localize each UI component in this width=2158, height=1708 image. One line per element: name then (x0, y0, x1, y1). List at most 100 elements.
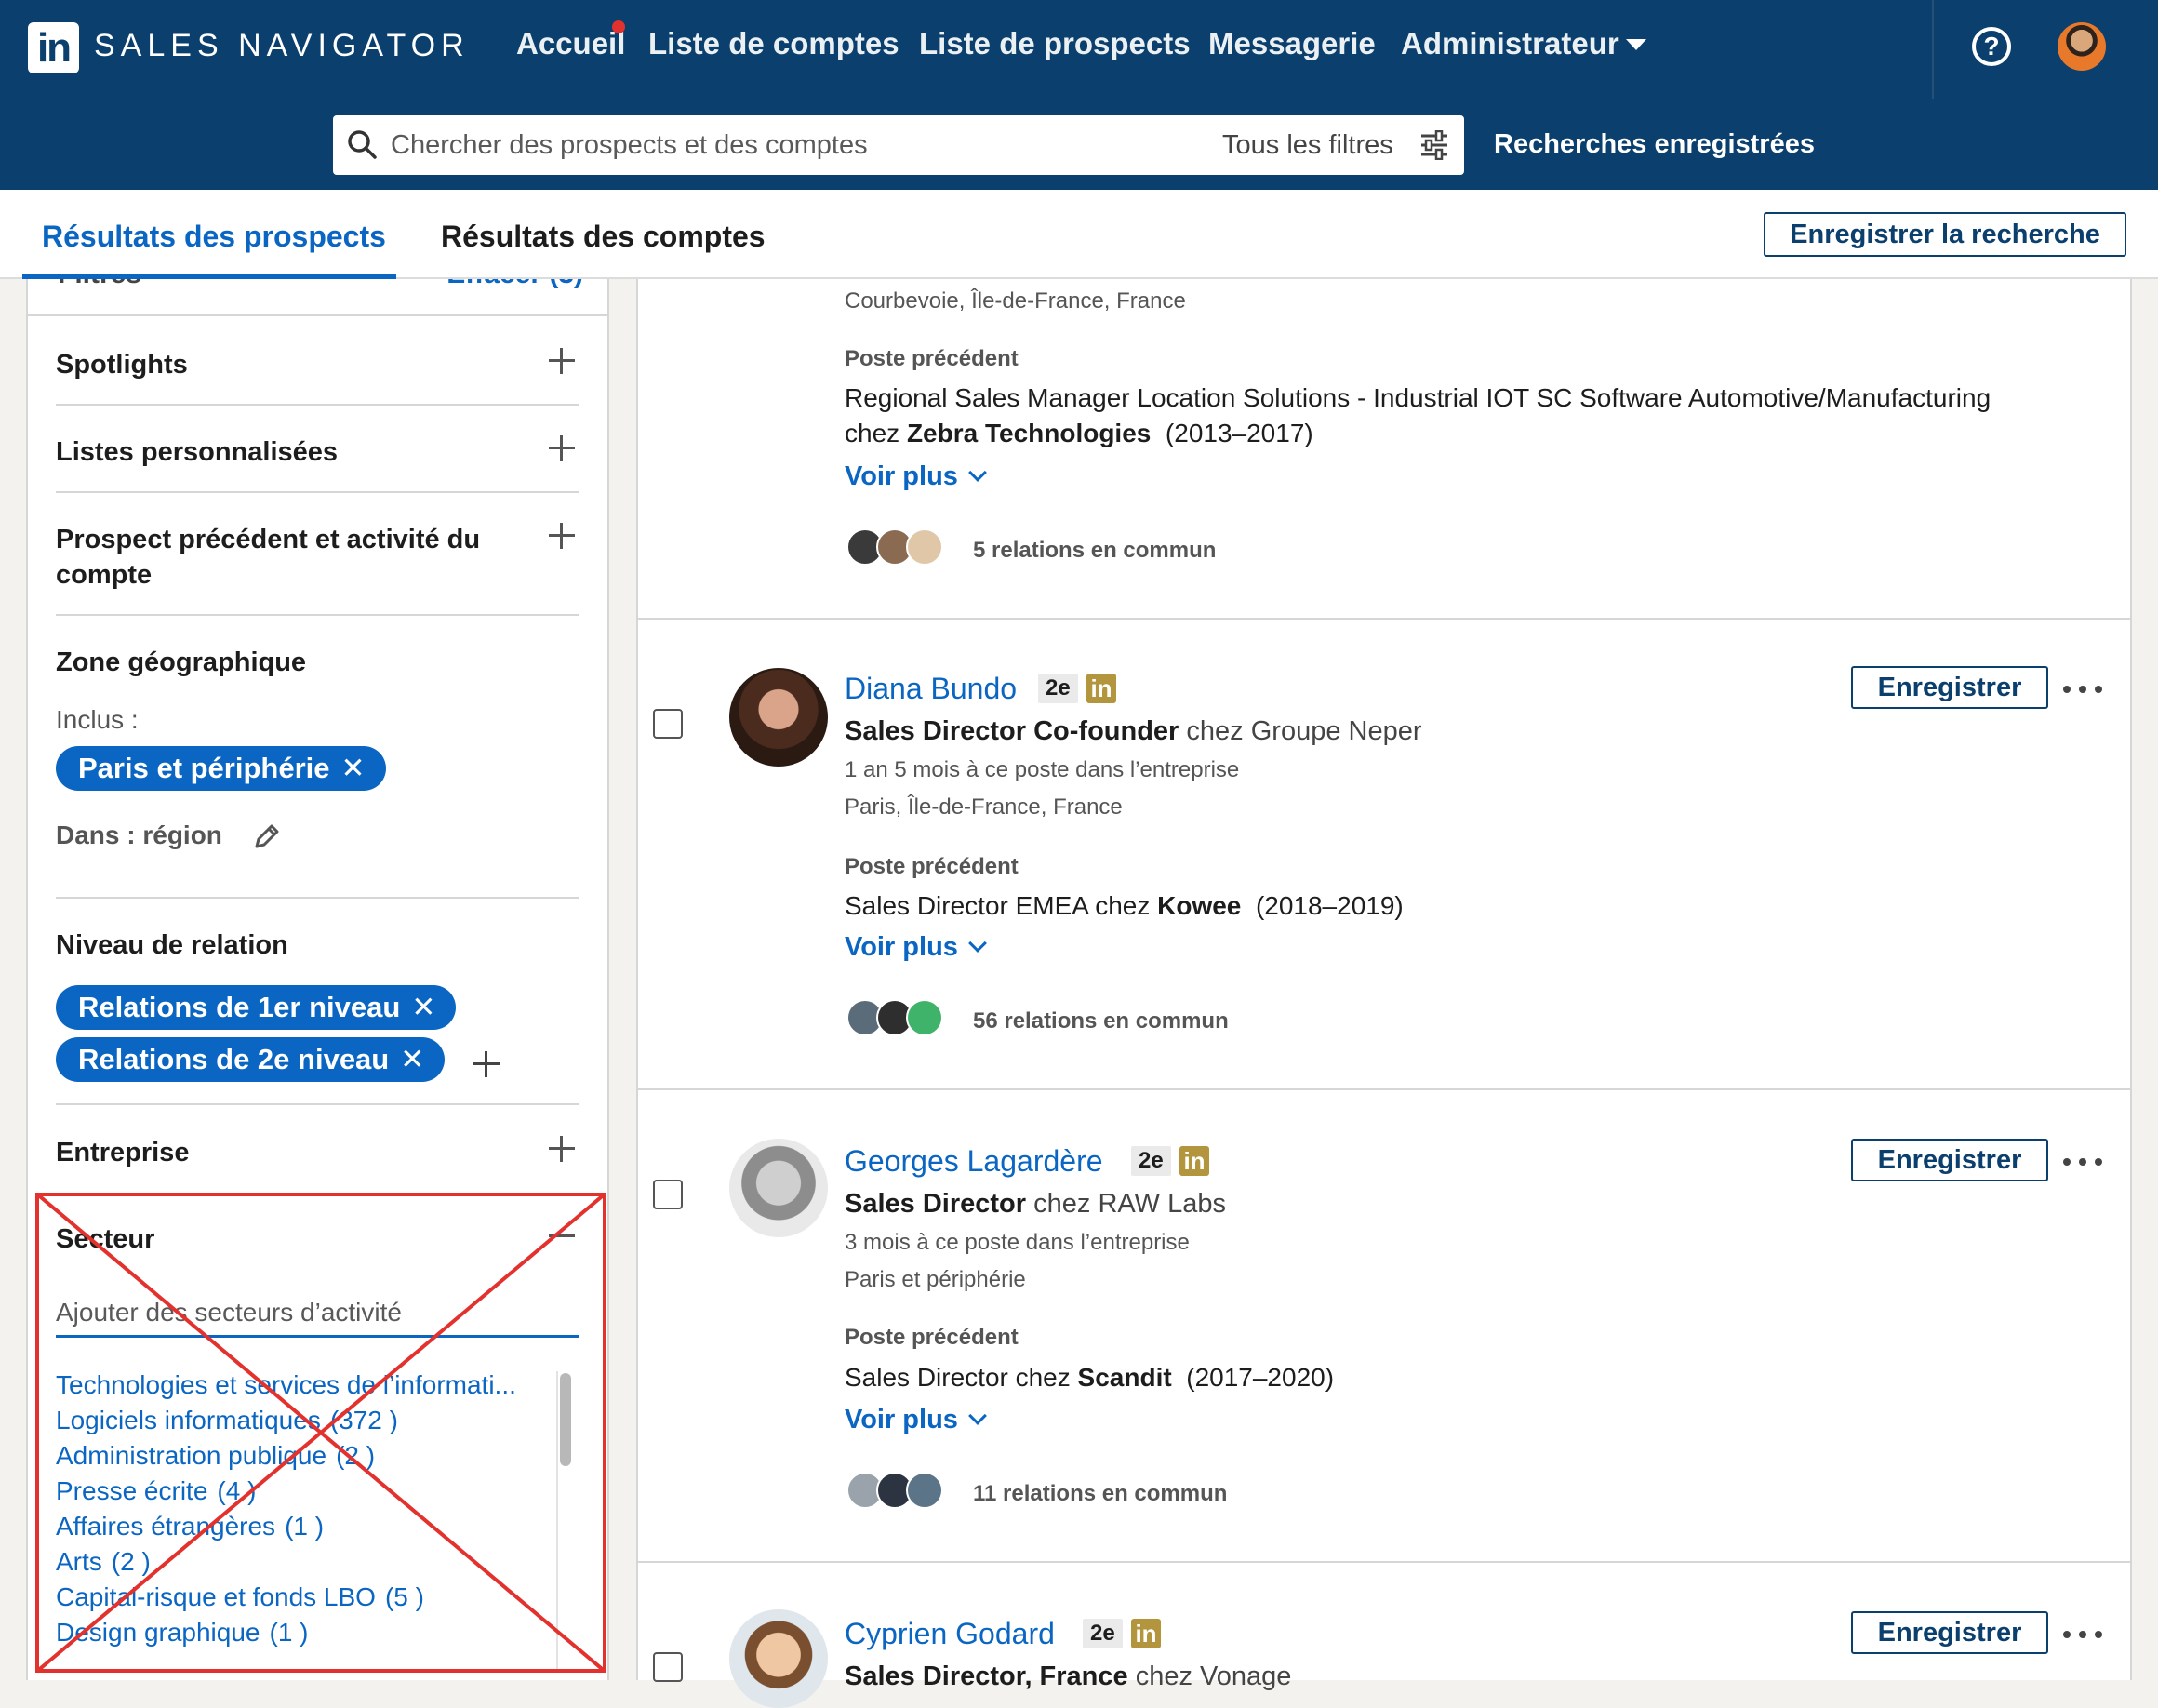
shared-connections[interactable]: 56 relations en commun (973, 1008, 1229, 1034)
pencil-icon[interactable] (251, 821, 283, 852)
nav-admin[interactable]: Administrateur (1401, 26, 1619, 61)
sector-option[interactable]: Logiciels informatiques (372 ) (56, 1403, 549, 1438)
filters-header-label: Filtres (58, 279, 141, 290)
save-lead-button[interactable]: Enregistrer (1851, 666, 2048, 709)
nav-home[interactable]: Accueil (516, 26, 625, 61)
nav-lead-lists[interactable]: Liste de prospects (919, 26, 1191, 61)
lead-tenure: 1 an 5 mois à ce poste dans l’entreprise (845, 757, 1240, 782)
more-options-icon[interactable] (2063, 686, 2104, 697)
previous-position-text: Sales Director chez Scandit (2017–2020) (845, 1363, 1335, 1392)
sector-option[interactable]: Capital-risque et fonds LBO (5 ) (56, 1580, 549, 1615)
close-icon[interactable]: ✕ (400, 1043, 424, 1075)
sector-scrollbar-thumb[interactable] (560, 1373, 571, 1466)
geo-scope-label: Dans : région (56, 821, 222, 849)
plus-icon[interactable] (473, 1051, 500, 1077)
previous-position-company: chez Zebra Technologies (2013–2017) (845, 419, 1313, 447)
geo-filter-pill[interactable]: Paris et périphérie ✕ (56, 746, 386, 791)
plus-icon[interactable] (549, 1136, 575, 1162)
divider (56, 404, 579, 406)
lead-tenure: 3 mois à ce poste dans l’entreprise (845, 1230, 1190, 1255)
minus-icon[interactable] (549, 1234, 575, 1237)
help-icon[interactable]: ? (1972, 27, 2011, 66)
avatar[interactable] (729, 1139, 828, 1237)
pill-label: Paris et périphérie (78, 752, 330, 784)
chevron-down-icon (968, 934, 987, 953)
avatar (906, 1472, 943, 1509)
avatar (906, 528, 943, 566)
close-icon[interactable]: ✕ (341, 752, 366, 784)
degree-badge: 2e (1083, 1619, 1123, 1648)
plus-icon[interactable] (549, 435, 575, 461)
filter-relationship-title: Niveau de relation (56, 930, 288, 960)
save-lead-button[interactable]: Enregistrer (1851, 1611, 2048, 1654)
lead-location: Paris et périphérie (845, 1267, 1026, 1292)
sector-option[interactable]: Design graphique (1 ) (56, 1615, 549, 1650)
linkedin-logo-icon[interactable]: in (28, 22, 79, 73)
sector-option[interactable]: Administration publique (2 ) (56, 1438, 549, 1474)
previous-position-label: Poste précédent (845, 346, 1019, 371)
filter-past-lead-activity[interactable]: Prospect précédent et activité du compte (56, 522, 521, 593)
chevron-down-icon[interactable] (1626, 39, 1646, 50)
tab-account-results[interactable]: Résultats des comptes (441, 220, 766, 254)
filter-custom-lists[interactable]: Listes personnalisées (56, 434, 338, 470)
linkedin-premium-icon: in (1086, 674, 1116, 703)
see-more-link[interactable]: Voir plus (845, 932, 987, 963)
select-lead-checkbox[interactable] (653, 709, 683, 739)
avatar[interactable] (729, 668, 828, 767)
more-options-icon[interactable] (2063, 1631, 2104, 1642)
lead-title: Sales Director Co-founder chez Groupe Ne… (845, 716, 1422, 746)
chevron-down-icon (968, 463, 987, 482)
sector-option[interactable]: Arts (2 ) (56, 1544, 549, 1580)
more-options-icon[interactable] (2063, 1158, 2104, 1169)
notification-dot (612, 20, 625, 33)
lead-location: Paris, Île-de-France, France (845, 794, 1123, 820)
select-lead-checkbox[interactable] (653, 1652, 683, 1682)
search-input[interactable] (391, 119, 1135, 171)
relation-1st-pill[interactable]: Relations de 1er niveau ✕ (56, 985, 457, 1030)
avatar[interactable] (729, 1609, 828, 1708)
divider (636, 1561, 2132, 1563)
degree-badge: 2e (1131, 1146, 1171, 1176)
shared-connections[interactable]: 11 relations en commun (973, 1481, 1227, 1507)
relation-2nd-pill[interactable]: Relations de 2e niveau ✕ (56, 1037, 446, 1082)
lead-title: Sales Director, France chez Vonage (845, 1661, 1292, 1691)
nav-account-lists[interactable]: Liste de comptes (648, 26, 899, 61)
divider (636, 618, 2132, 620)
divider (1932, 0, 1934, 99)
close-icon[interactable]: ✕ (411, 991, 435, 1023)
plus-icon[interactable] (549, 348, 575, 374)
degree-badge: 2e (1038, 674, 1078, 703)
filters-header: Filtres Effacer (3) (28, 279, 607, 316)
lead-name[interactable]: Diana Bundo (845, 672, 1017, 706)
shared-connections[interactable]: 5 relations en commun (973, 538, 1216, 564)
tab-lead-results[interactable]: Résultats des prospects (42, 220, 386, 254)
saved-searches-link[interactable]: Recherches enregistrées (1494, 129, 1815, 160)
nav-messaging[interactable]: Messagerie (1208, 26, 1376, 61)
filter-company[interactable]: Entreprise (56, 1135, 189, 1170)
see-more-link[interactable]: Voir plus (845, 1405, 987, 1435)
sector-option[interactable]: Affaires étrangères (1 ) (56, 1509, 549, 1544)
filter-spotlights[interactable]: Spotlights (56, 347, 188, 382)
save-lead-button[interactable]: Enregistrer (1851, 1139, 2048, 1181)
divider (56, 491, 579, 493)
plus-icon[interactable] (549, 523, 575, 549)
all-filters-button[interactable]: Tous les filtres (1222, 130, 1393, 161)
search-icon (348, 130, 377, 159)
linkedin-premium-icon: in (1131, 1619, 1161, 1648)
filter-sector-title: Secteur (56, 1224, 155, 1254)
sector-option[interactable]: Presse écrite (4 ) (56, 1474, 549, 1509)
sector-search-input[interactable] (56, 1289, 579, 1338)
clear-filters-link[interactable]: Effacer (3) (446, 279, 583, 290)
see-more-link[interactable]: Voir plus (845, 461, 987, 492)
sector-option[interactable]: Technologies et services de l’informati.… (56, 1368, 549, 1403)
divider (636, 1088, 2132, 1090)
lead-name[interactable]: Georges Lagardère (845, 1144, 1103, 1179)
lead-name[interactable]: Cyprien Godard (845, 1617, 1055, 1651)
save-search-button[interactable]: Enregistrer la recherche (1764, 212, 2126, 257)
filters-sliders-icon[interactable] (1419, 130, 1449, 160)
user-avatar[interactable] (2058, 22, 2106, 71)
previous-position-label: Poste précédent (845, 854, 1019, 879)
included-label: Inclus : (56, 705, 139, 734)
select-lead-checkbox[interactable] (653, 1180, 683, 1209)
filter-geography-title: Zone géographique (56, 647, 307, 677)
